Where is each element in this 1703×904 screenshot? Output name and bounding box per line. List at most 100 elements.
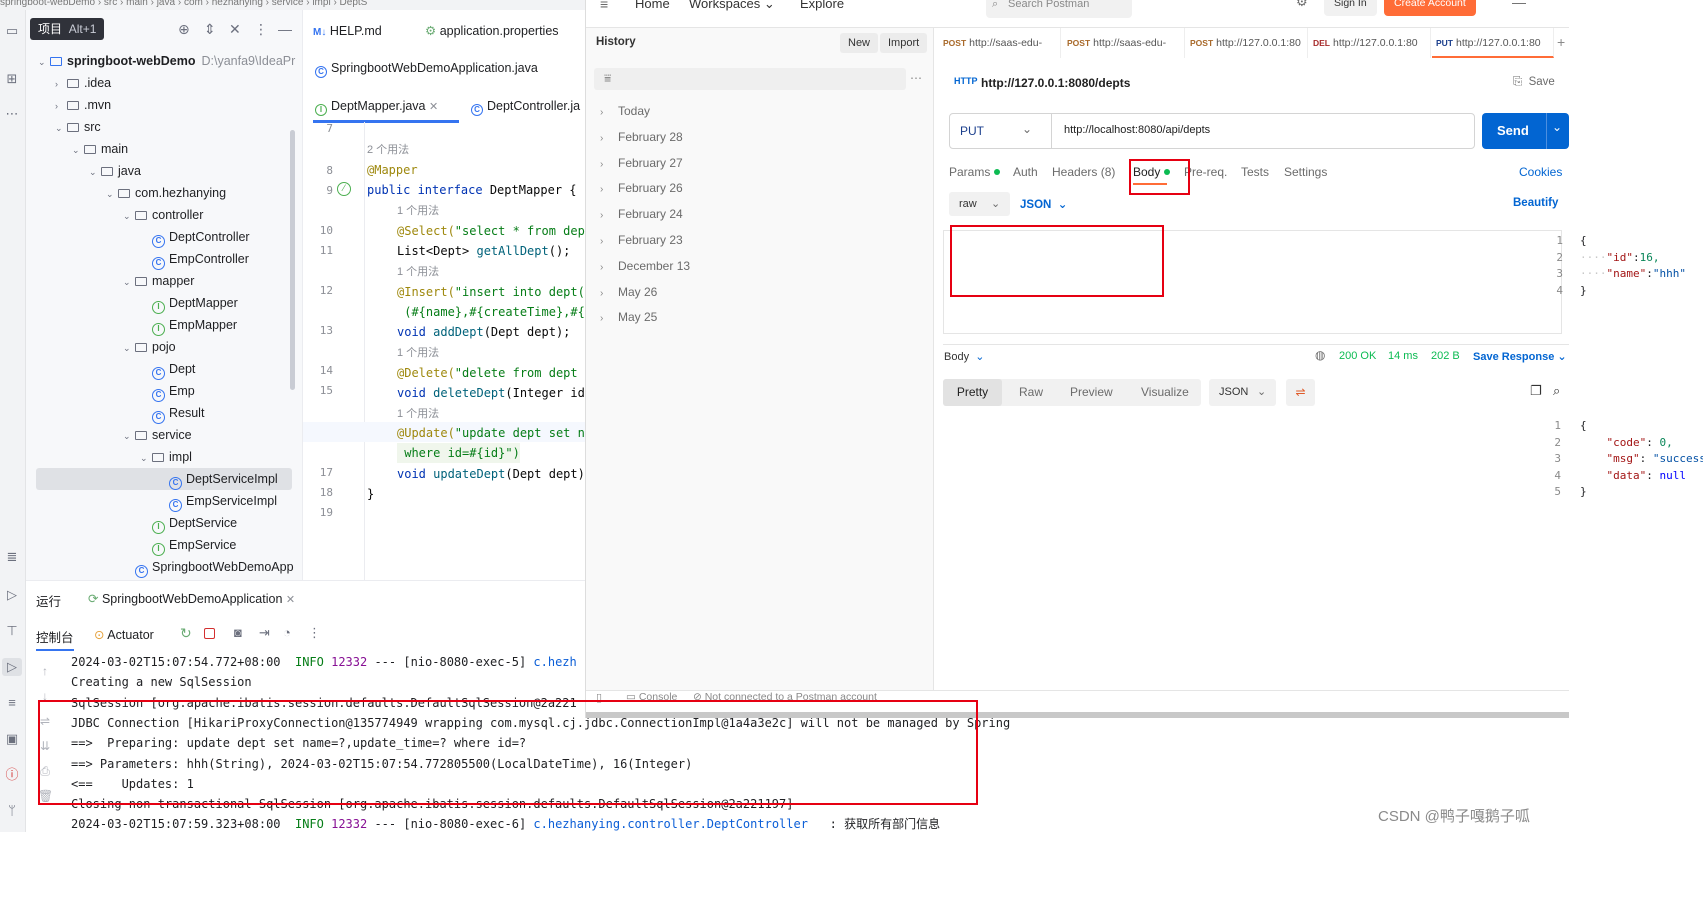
tree-item[interactable]: ⌄ java <box>89 160 141 182</box>
sign-in-button[interactable]: Sign In <box>1324 0 1377 16</box>
usage-hint[interactable]: 1 个用法 <box>397 404 439 424</box>
response-size[interactable]: 202 B <box>1431 350 1460 362</box>
history-filter-input[interactable]: ⩸ <box>594 68 906 90</box>
chevron-right-icon[interactable]: › <box>55 95 67 117</box>
wrap-lines-icon[interactable]: ⇌ <box>1286 379 1315 406</box>
camera-icon[interactable]: ◙ <box>234 625 242 640</box>
tree-item[interactable]: C SpringbootWebDemoApp <box>123 556 294 578</box>
tree-item[interactable]: C DeptController <box>140 226 250 248</box>
history-group[interactable]: › February 28 <box>600 127 683 147</box>
tab-prereq[interactable]: Pre-req. <box>1184 162 1227 182</box>
tree-item[interactable]: ⌄ springboot-webDemo D:\yanfa9\IdeaPr <box>38 50 295 72</box>
tab-settings[interactable]: Settings <box>1284 162 1327 182</box>
body-type-select[interactable]: raw ⌄ <box>949 192 1010 216</box>
tab-deptmapper[interactable]: I DeptMapper.java ✕ <box>315 92 438 120</box>
chevron-down-icon[interactable]: ⌄ <box>123 425 135 447</box>
tab-params[interactable]: Params <box>949 162 1001 182</box>
tree-item[interactable]: I EmpService <box>140 534 236 556</box>
run-icon[interactable]: ▷ <box>2 658 22 676</box>
new-button[interactable]: New <box>840 33 879 53</box>
tree-item[interactable]: C EmpController <box>140 248 249 270</box>
services-icon[interactable]: ▷ <box>2 586 22 604</box>
response-format-select[interactable]: JSON ⌄ <box>1209 379 1276 406</box>
usage-hint[interactable]: 1 个用法 <box>397 201 439 221</box>
tree-item[interactable]: I EmpMapper <box>140 314 237 336</box>
collapse-icon[interactable]: ✕ <box>229 21 241 38</box>
chevron-right-icon[interactable]: › <box>55 73 67 95</box>
tree-item[interactable]: C DeptServiceImpl <box>36 468 292 490</box>
history-group[interactable]: › February 27 <box>600 153 683 173</box>
create-account-button[interactable]: Create Account <box>1384 0 1476 16</box>
tree-item[interactable]: ⌄ main <box>72 138 128 160</box>
profiler-icon[interactable]: ◔ <box>283 625 291 640</box>
chevron-down-icon[interactable]: ⌄ <box>1022 122 1032 136</box>
chevron-down-icon[interactable]: ⌄ <box>72 139 84 161</box>
tree-item[interactable]: I DeptMapper <box>140 292 238 314</box>
tab-help-md[interactable]: M↓ HELP.md <box>313 17 382 45</box>
export-icon[interactable]: ⇥ <box>259 625 270 641</box>
tree-item[interactable]: C EmpServiceImpl <box>157 490 277 512</box>
chevron-down-icon[interactable]: ⌄ <box>55 117 67 139</box>
settings-gear-icon[interactable]: ⚙ <box>1296 0 1308 10</box>
actuator-tab[interactable]: ⊙ Actuator <box>94 627 154 642</box>
send-button[interactable]: Send ⌄ <box>1482 113 1569 149</box>
history-group[interactable]: › May 26 <box>600 282 657 302</box>
save-response-button[interactable]: Save Response ⌄ <box>1473 350 1567 363</box>
json-select[interactable]: JSON ⌄ <box>1020 197 1067 211</box>
expand-icon[interactable]: ⇕ <box>204 21 216 38</box>
chevron-down-icon[interactable]: ⌄ <box>123 337 135 359</box>
tree-scrollbar[interactable] <box>290 130 295 390</box>
tree-item[interactable]: I DeptService <box>140 512 237 534</box>
request-tab[interactable]: DEL http://127.0.0.1:80 <box>1309 28 1431 58</box>
search-input[interactable]: ⌕ Search Postman <box>986 0 1132 18</box>
nav-explore[interactable]: Explore <box>800 0 844 11</box>
history-group[interactable]: › Today <box>600 101 650 121</box>
chevron-down-icon[interactable]: ⌄ <box>106 183 118 205</box>
request-tab[interactable]: POST http://127.0.0.1:80 <box>1186 28 1308 58</box>
chevron-down-icon[interactable]: ⌄ <box>89 161 101 183</box>
problems-icon[interactable]: ⓘ <box>2 766 22 784</box>
beautify-link[interactable]: Beautify <box>1513 197 1558 209</box>
folder-icon[interactable]: ▭ <box>2 22 22 40</box>
tab-visualize[interactable]: Visualize <box>1141 385 1189 399</box>
status-code[interactable]: 200 OK <box>1339 350 1376 362</box>
run-app-tab[interactable]: ⟳ SpringbootWebDemoApplication ✕ <box>88 591 295 606</box>
more-icon[interactable]: ⋯ <box>2 105 22 123</box>
more-options-icon[interactable]: ⋮ <box>308 625 321 641</box>
tab-springboot-app[interactable]: C SpringbootWebDemoApplication.java <box>315 54 538 82</box>
chevron-down-icon[interactable]: ⌄ <box>123 271 135 293</box>
new-tab-icon[interactable]: + <box>1557 34 1565 50</box>
tab-auth[interactable]: Auth <box>1013 162 1038 182</box>
tab-application-properties[interactable]: ⚙ application.properties <box>425 17 559 45</box>
tree-item[interactable]: ⌄ mapper <box>123 270 194 292</box>
history-group[interactable]: › May 25 <box>600 307 657 327</box>
copy-icon[interactable]: ❐ <box>1530 383 1542 399</box>
structure-icon[interactable]: ⊞ <box>2 70 22 88</box>
usage-hint[interactable]: 1 个用法 <box>397 262 439 282</box>
request-tab[interactable]: POST http://saas-edu- <box>939 28 1061 58</box>
history-group[interactable]: › February 23 <box>600 230 683 250</box>
database-icon[interactable]: ≣ <box>2 548 22 566</box>
project-tab[interactable]: 项目 Alt+1 <box>30 18 105 40</box>
usage-hint[interactable]: 1 个用法 <box>397 343 439 363</box>
tab-tests[interactable]: Tests <box>1241 162 1269 182</box>
menu-icon[interactable]: ≡ <box>600 0 608 12</box>
minimize-icon[interactable]: — <box>278 21 292 37</box>
rerun-icon[interactable]: ↻ <box>180 625 192 642</box>
nav-workspaces[interactable]: Workspaces ⌄ <box>689 0 775 12</box>
git-icon[interactable]: ᛘ <box>2 802 22 820</box>
tab-preview[interactable]: Preview <box>1070 385 1113 399</box>
cookies-link[interactable]: Cookies <box>1519 162 1562 182</box>
tab-deptcontroller[interactable]: C DeptController.ja <box>471 92 580 120</box>
tree-item[interactable]: C Emp <box>140 380 195 402</box>
save-button[interactable]: ⎘ Save <box>1513 76 1555 89</box>
tree-item[interactable]: ⌄ service <box>123 424 192 446</box>
tab-pretty[interactable]: Pretty <box>943 379 1002 406</box>
history-group[interactable]: › February 26 <box>600 178 683 198</box>
chevron-down-icon[interactable]: ⌄ <box>38 51 50 73</box>
method-select[interactable]: PUT <box>960 124 984 138</box>
request-tab[interactable]: PUT http://127.0.0.1:80 <box>1432 28 1554 58</box>
tree-item[interactable]: C Dept <box>140 358 195 380</box>
tree-item[interactable]: ⌄ impl <box>140 446 192 468</box>
console-tab[interactable]: 控制台 <box>36 627 74 651</box>
